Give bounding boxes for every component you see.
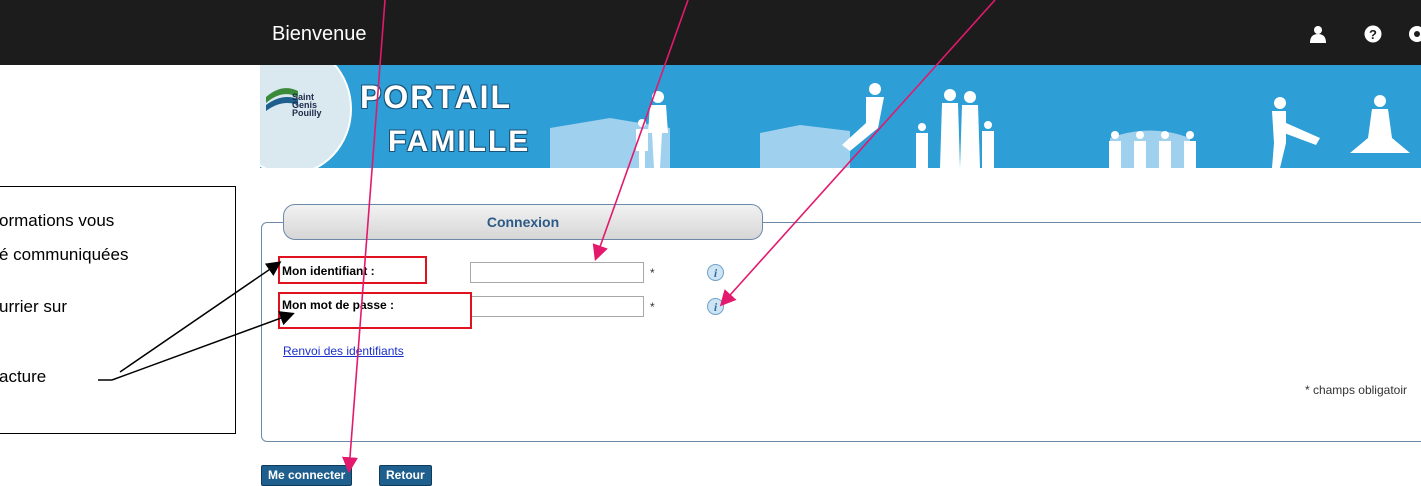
annotation-arrows (98, 0, 996, 474)
arrow-to-identifiant-input (592, 0, 689, 262)
arrow-to-connect-button (342, 0, 386, 474)
arrow-to-info-icon (719, 0, 996, 307)
arrow-to-password-label (111, 311, 295, 381)
arrow-to-identifiant-label (119, 261, 282, 373)
